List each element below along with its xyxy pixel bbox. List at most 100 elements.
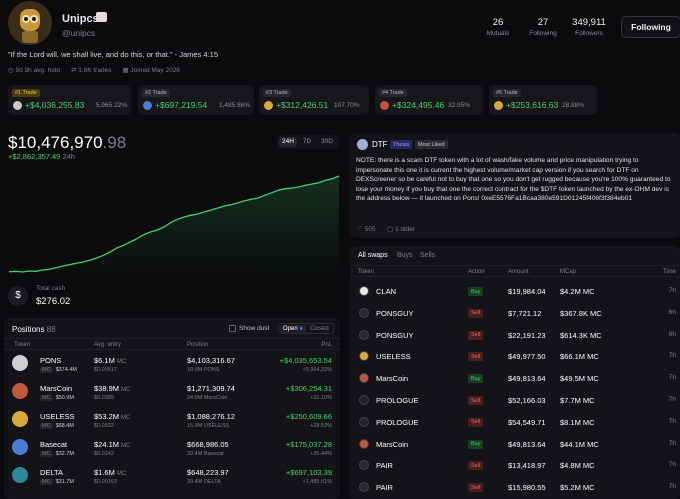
swap-time: 7h [668, 396, 676, 403]
trade-card[interactable]: #2 Trade +$697,219.54 1,485.86% [138, 85, 254, 115]
table-row[interactable]: MarsCoin Buy $49,813.64 $44.1M MC 7h [350, 436, 680, 456]
token-icon [12, 383, 28, 399]
pnl-value: +$4,035,653.54 [279, 356, 332, 365]
table-row[interactable]: PAIR Sell $13,418.97 $4.8M MC 7h [350, 457, 680, 477]
trade-card[interactable]: #3 Trade +$312,426.51 107.70% [259, 85, 369, 115]
verified-badge-icon [96, 12, 107, 22]
table-row[interactable]: CLAN Buy $19,984.04 $4.2M MC 7h [350, 283, 680, 303]
token-name: MarsCoin [40, 384, 73, 393]
token-icon [12, 411, 28, 427]
table-row[interactable]: Basecat MC $32.7M $24.1M MC $0.0242 $668,986.0… [4, 435, 340, 463]
position-value: $4,103,316.67 [187, 356, 235, 365]
mc-label: MC [40, 395, 53, 401]
checkbox[interactable] [229, 325, 236, 332]
show-dust-toggle[interactable]: Show dust [229, 325, 269, 332]
trade-card[interactable]: #4 Trade +$324,495.46 32.95% [375, 85, 483, 115]
col-token: Token [14, 342, 31, 348]
trade-pnl: +$4,036,255.83 [25, 100, 85, 110]
cash-label: Total cash [36, 285, 66, 292]
table-row[interactable]: PONSGUY Sell $7,721.12 $367.8K MC 6h [350, 305, 680, 325]
entry-price: $0.0242 [94, 451, 114, 457]
table-row[interactable]: PONSGUY Sell $22,191.23 $614.3K MC 6h [350, 327, 680, 347]
avg-hold: ◷ 9d 9h avg. hold [8, 67, 60, 74]
tab-open[interactable]: Open ● [280, 325, 306, 333]
swap-mcap: $49.5M MC [560, 374, 599, 384]
trade-pct: 107.70% [334, 102, 360, 109]
col-avg-entry: Avg. entry [94, 342, 121, 348]
table-row[interactable]: DELTA MC $31.7M $1.6M MC $0.00163 $648,223.97 2… [4, 463, 340, 491]
portfolio-value: $10,476,970.98 [8, 133, 127, 152]
cash-value: $276.02 [36, 296, 71, 307]
table-row[interactable]: MarsCoin Buy $49,813.64 $49.5M MC 7h [350, 370, 680, 390]
range-30d[interactable]: 30D [318, 137, 336, 147]
table-row[interactable]: PONS MC $374.4M $6.1M MC $0.00617 $4,103,316.6… [4, 351, 340, 379]
trade-card[interactable]: #1 Trade +$4,036,255.83 5,965.22% [8, 85, 131, 115]
table-row[interactable]: PROLOGUE Sell $52,166.03 $7.7M MC 7h [350, 392, 680, 412]
trade-rank-tag: #5 Trade [493, 89, 521, 97]
token-icon [143, 101, 152, 110]
action-badge: Sell [468, 483, 484, 493]
post-likes[interactable]: ♡ 505 [357, 225, 376, 233]
action-badge: Buy [468, 287, 484, 296]
post-token: DTF [372, 140, 388, 149]
swap-mcap: $7.7M MC [560, 396, 595, 405]
pinned-post: DTF Thesis Most Liked NOTE: there is a s… [350, 133, 680, 238]
tab-sells[interactable]: Sells [420, 252, 435, 259]
swap-time: 7h [668, 352, 676, 360]
trade-pnl: +$312,426.51 [276, 100, 329, 110]
avg-entry: $1.6M MC [94, 468, 126, 477]
swap-time: 7h [668, 417, 676, 425]
swap-amount: $54,549.71 [508, 417, 546, 427]
col-amount: Amount [508, 269, 529, 275]
tab-buys[interactable]: Buys [397, 252, 413, 259]
token-name: PROLOGUE [376, 396, 419, 405]
swap-mcap: $614.3K MC [560, 330, 602, 340]
trade-pct: 5,965.22% [96, 102, 128, 109]
profile-bio: "If the Lord will, we shall live, and do… [8, 50, 219, 59]
positions-header: Token Avg. entry Position PnL [4, 338, 340, 350]
mc-label: MC [40, 479, 53, 485]
avatar[interactable] [8, 1, 52, 45]
swap-mcap: $4.2M MC [560, 287, 595, 296]
swap-mcap: $8.1M MC [560, 417, 595, 427]
swap-amount: $7,721.12 [508, 308, 542, 318]
swap-amount: $15,980.55 [508, 483, 546, 493]
table-row[interactable]: PAIR Sell $15,980.55 $5.2M MC 7h [350, 479, 680, 499]
pnl-pct: +28.53% [310, 423, 332, 429]
token-name: Basecat [40, 440, 68, 449]
avg-entry: $38.9M MC [94, 384, 130, 393]
range-24h[interactable]: 24H [279, 137, 297, 147]
stat-followers[interactable]: 349,911 Followers [568, 17, 610, 37]
stat-following[interactable]: 27 Following [526, 17, 560, 37]
most-liked-tag: Most Liked [415, 140, 448, 149]
tab-all-swaps[interactable]: All swaps [358, 252, 388, 259]
swap-amount: $19,984.04 [508, 287, 546, 296]
trade-pct: 28.88% [562, 102, 585, 109]
following-button[interactable]: Following [621, 16, 680, 38]
swap-mcap: $367.8K MC [560, 308, 602, 318]
reply-icon: ▢ [387, 226, 394, 233]
entry-mc: $1.6M [94, 468, 115, 477]
stat-mutuals[interactable]: 26 Mutuals [483, 17, 513, 37]
token-name: PROLOGUE [376, 417, 419, 427]
position-amount: 10.9M PONS [187, 367, 220, 373]
token-mc: MC $32.7M [40, 451, 74, 457]
portfolio-change: +$2,862,357.49 24h [8, 152, 75, 161]
table-row[interactable]: USELESS Sell $49,977.50 $66.1M MC 7h [350, 348, 680, 368]
market-cap: $374.4M [55, 367, 77, 373]
table-row[interactable]: PROLOGUE Sell $54,549.71 $8.1M MC 7h [350, 414, 680, 434]
table-row[interactable]: USELESS MC $68.4M $53.2M MC $0.0532 $1,088,276… [4, 407, 340, 435]
token-icon [12, 439, 28, 455]
trade-card[interactable]: #5 Trade +$253,616.63 28.88% [489, 85, 597, 115]
post-replies[interactable]: ▢ 1 older [387, 225, 415, 233]
position-amount: 15.9M USELESS [187, 423, 230, 429]
range-7d[interactable]: 7D [300, 137, 314, 147]
tab-closed[interactable]: Closed [310, 326, 329, 332]
token-icon [359, 329, 369, 340]
swaps-header: Token Action Amount MCap Time [350, 265, 680, 277]
table-row[interactable]: MarsCoin MC $50.9M $38.9M MC $0.0389 $1,271,30… [4, 379, 340, 407]
entry-mc-unit: MC [121, 443, 131, 449]
swap-time: 6h [668, 308, 676, 316]
token-name: PAIR [376, 461, 393, 471]
token-icon [264, 101, 273, 110]
